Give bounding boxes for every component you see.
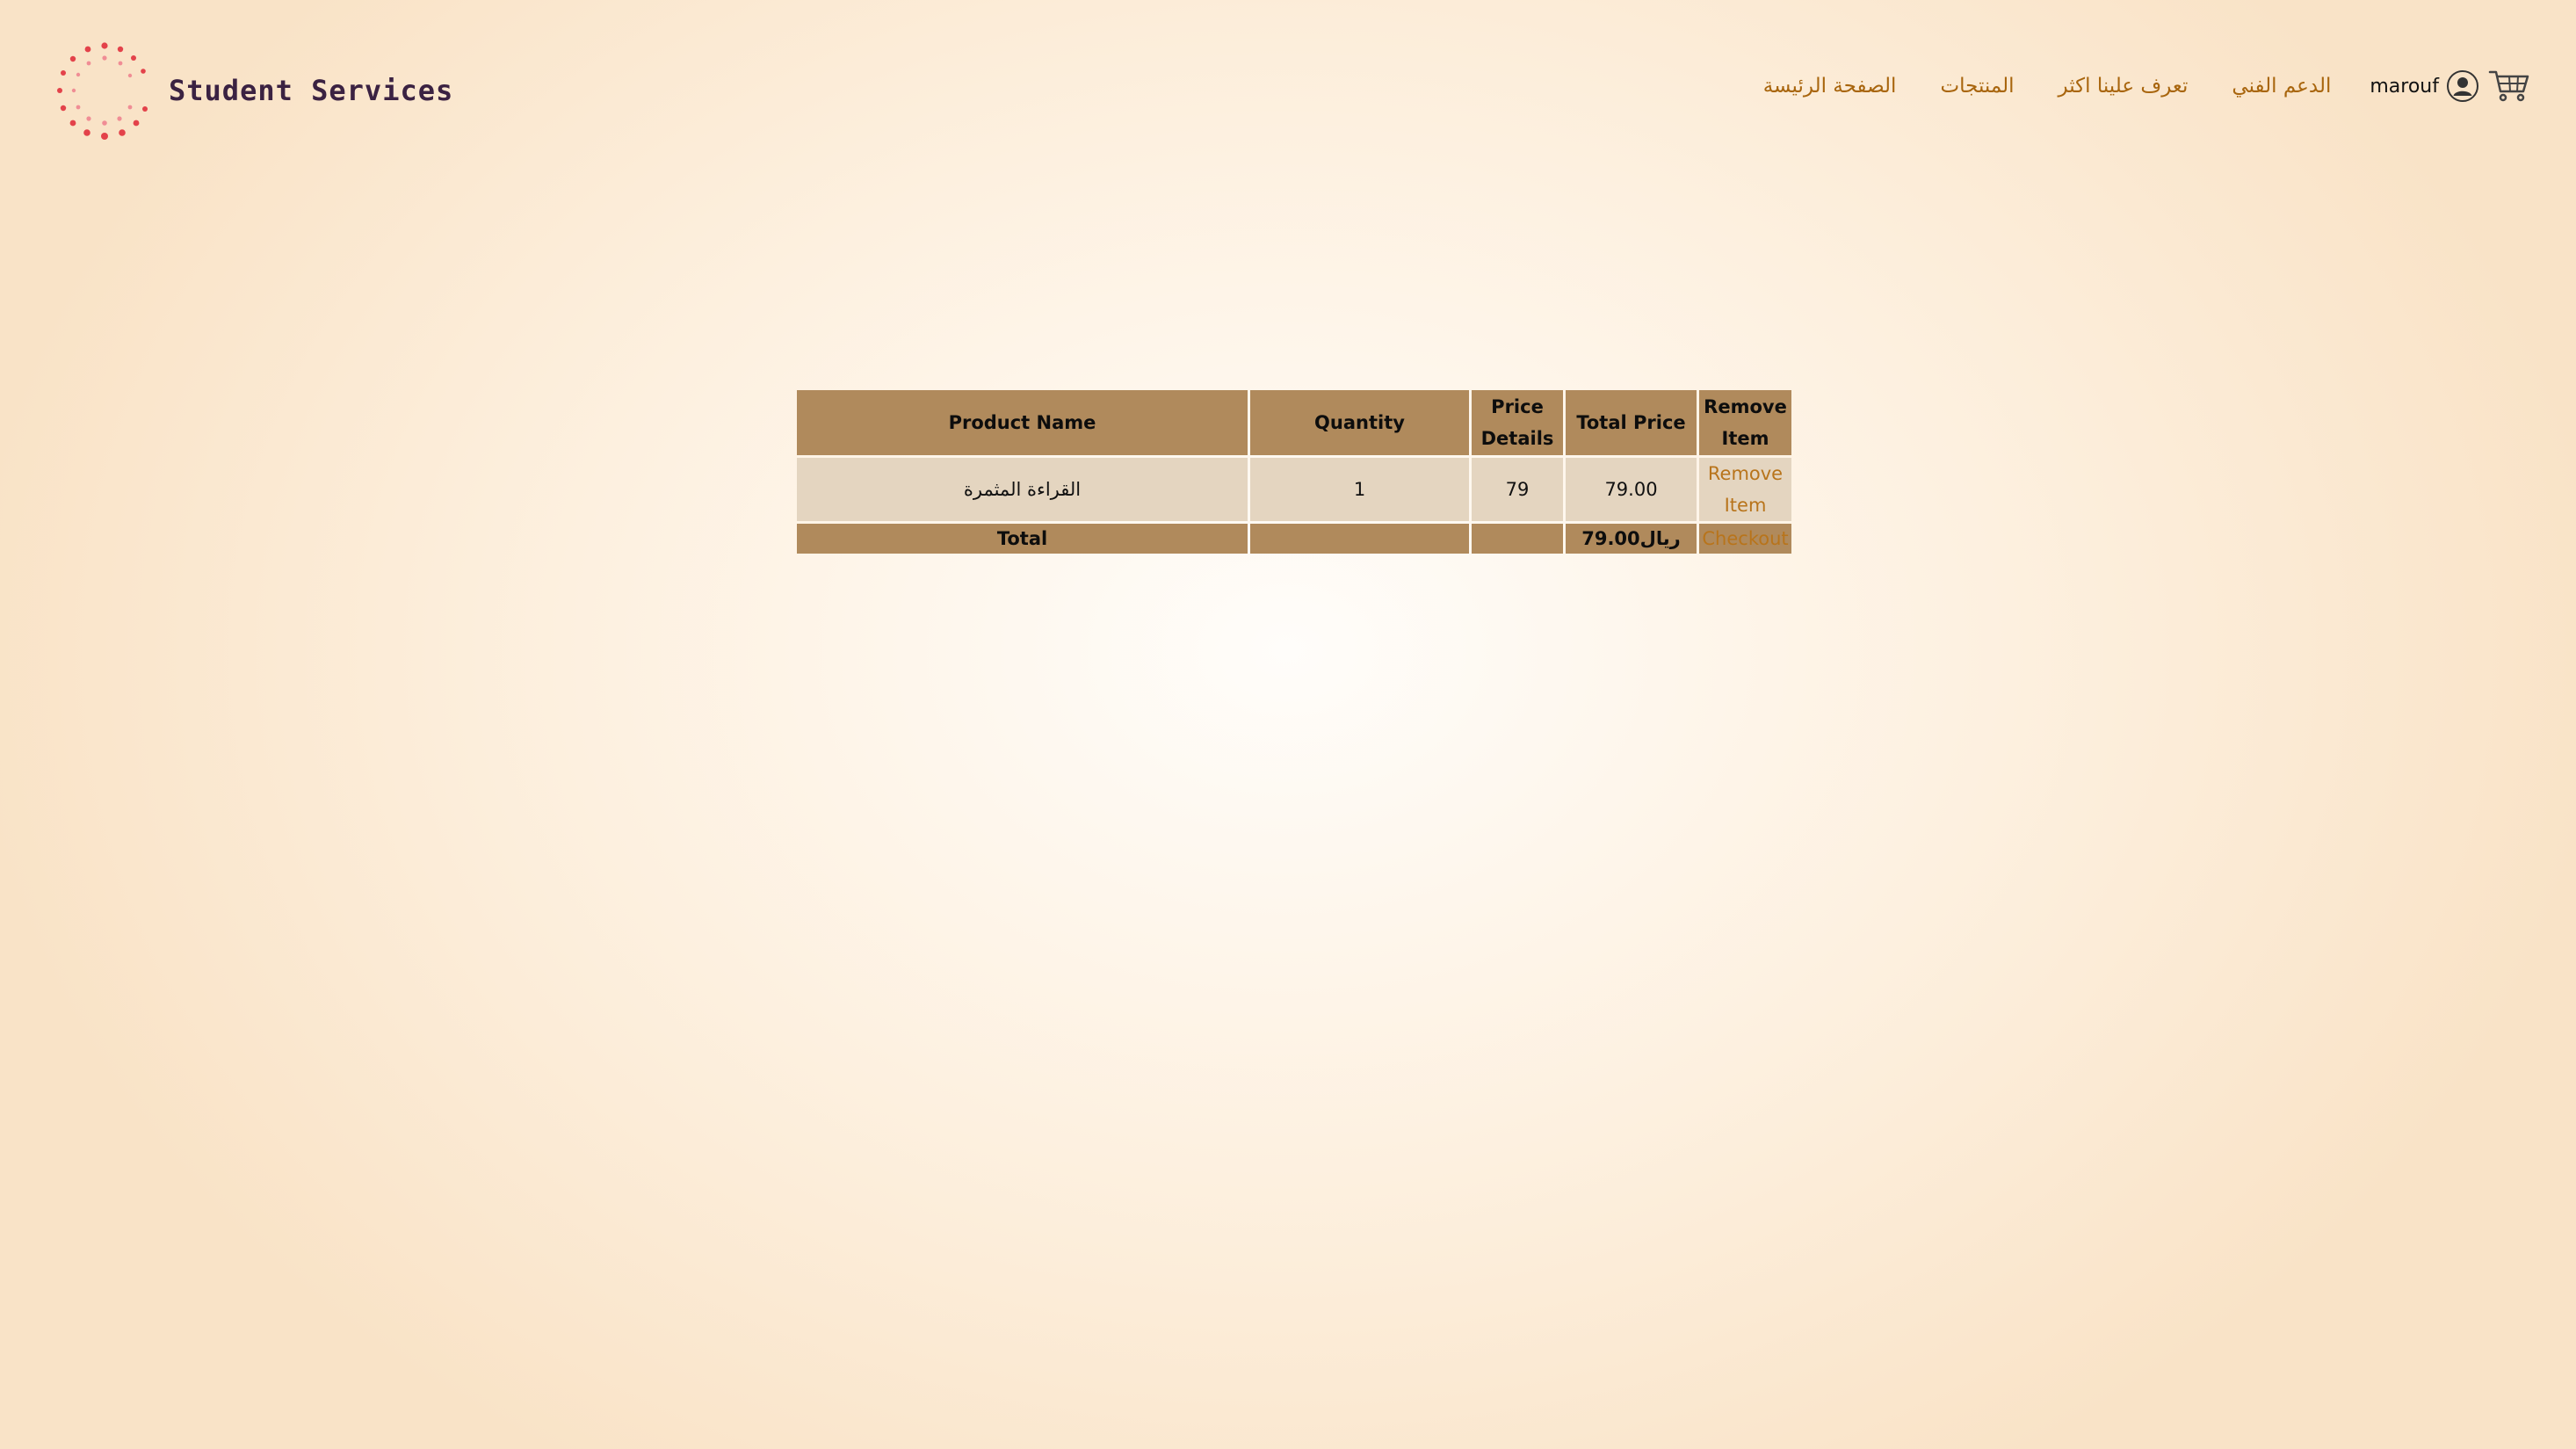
brand-name: Student Services	[169, 73, 454, 107]
shopping-cart-icon[interactable]	[2488, 69, 2530, 104]
header-product-name: Product Name	[797, 390, 1248, 455]
cell-product-name: القراءة المثمرة	[797, 458, 1248, 521]
cell-quantity: 1	[1250, 458, 1469, 521]
cart-total-row: Total ريال79.00 Checkout	[797, 524, 1791, 554]
user-account[interactable]: marouf	[2370, 69, 2479, 103]
total-label: Total	[797, 524, 1248, 554]
cart-table: Product Name Quantity Price Details Tota…	[794, 388, 1794, 556]
user-circle-icon	[2447, 70, 2478, 102]
nav-link-about[interactable]: تعرف علينا اكثر	[2059, 75, 2189, 98]
table-row: القراءة المثمرة 1 79 79.00 Remove Item	[797, 458, 1791, 521]
header-total-price: Total Price	[1566, 390, 1697, 455]
header-price-details: Price Details	[1472, 390, 1563, 455]
cell-price-details: 79	[1472, 458, 1563, 521]
cart-total-value: ريال79.00	[1566, 524, 1697, 554]
total-empty-cell	[1250, 524, 1469, 554]
cell-total-price: 79.00	[1566, 458, 1697, 521]
nav-link-support[interactable]: الدعم الفني	[2232, 75, 2331, 98]
nav-link-products[interactable]: المنتجات	[1940, 75, 2014, 98]
main-nav: الصفحة الرئيسة المنتجات تعرف علينا اكثر …	[1763, 69, 2530, 104]
dotted-circle-logo-icon	[57, 41, 148, 140]
cell-remove: Remove Item	[1699, 458, 1791, 521]
total-empty-cell	[1472, 524, 1563, 554]
remove-item-link[interactable]: Remove Item	[1708, 463, 1783, 516]
nav-link-home[interactable]: الصفحة الرئيسة	[1763, 75, 1897, 98]
brand-logo[interactable]: Student Services	[53, 35, 453, 145]
cart-header-row: Product Name Quantity Price Details Tota…	[797, 390, 1791, 455]
header-remove-item: Remove Item	[1699, 390, 1791, 455]
checkout-cell: Checkout	[1699, 524, 1791, 554]
header-quantity: Quantity	[1250, 390, 1469, 455]
checkout-link[interactable]: Checkout	[1702, 528, 1788, 549]
username: marouf	[2370, 75, 2439, 98]
